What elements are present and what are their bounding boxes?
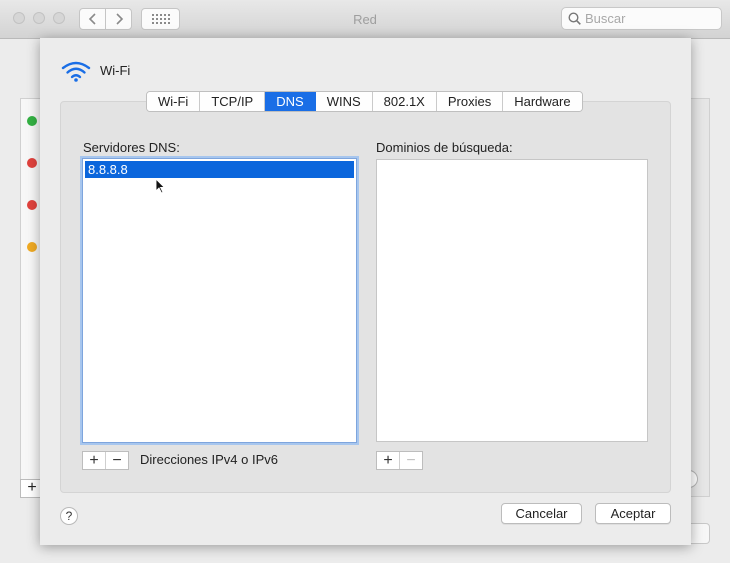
add-dns-server-button[interactable]: +: [83, 452, 105, 469]
tab-proxies[interactable]: Proxies: [436, 92, 504, 111]
tab-bar: Wi-Fi TCP/IP DNS WINS 802.1X Proxies Har…: [146, 91, 583, 112]
dns-server-row[interactable]: 8.8.8.8: [85, 161, 354, 178]
tab-dns[interactable]: DNS: [265, 92, 316, 111]
ok-button[interactable]: Aceptar: [595, 503, 671, 524]
domains-plus-minus-control: + −: [376, 451, 423, 470]
tab-hardware[interactable]: Hardware: [503, 92, 582, 111]
dns-servers-list[interactable]: 8.8.8.8: [82, 158, 357, 443]
tab-tcpip[interactable]: TCP/IP: [200, 92, 266, 111]
status-dot-red: [27, 200, 37, 210]
help-button[interactable]: ?: [60, 507, 78, 525]
dns-format-hint: Direcciones IPv4 o IPv6: [140, 452, 279, 467]
search-icon: [568, 12, 581, 25]
status-dot-green: [27, 116, 37, 126]
status-dot-red: [27, 158, 37, 168]
advanced-settings-sheet: Wi-Fi Wi-Fi TCP/IP DNS WINS 802.1X Proxi…: [40, 38, 691, 545]
search-input[interactable]: [585, 11, 705, 26]
mouse-cursor-icon: [155, 178, 165, 194]
wifi-icon: [61, 61, 91, 82]
tab-wins[interactable]: WINS: [315, 92, 373, 111]
service-detail-panel: [690, 98, 710, 497]
remove-search-domain-button[interactable]: −: [399, 452, 422, 469]
window-titlebar: Red: [0, 0, 730, 39]
cancel-button[interactable]: Cancelar: [501, 503, 582, 524]
add-search-domain-button[interactable]: +: [377, 452, 399, 469]
search-domains-label: Dominios de búsqueda:: [376, 140, 513, 155]
tab-8021x[interactable]: 802.1X: [372, 92, 437, 111]
search-domains-list[interactable]: [376, 159, 648, 442]
dns-plus-minus-control: + −: [82, 451, 129, 470]
tab-wifi[interactable]: Wi-Fi: [147, 92, 201, 111]
remove-dns-server-button[interactable]: −: [105, 452, 128, 469]
dns-servers-label: Servidores DNS:: [83, 140, 180, 155]
interface-name: Wi-Fi: [100, 63, 131, 78]
status-dot-yellow: [27, 242, 37, 252]
search-field[interactable]: [561, 7, 722, 30]
